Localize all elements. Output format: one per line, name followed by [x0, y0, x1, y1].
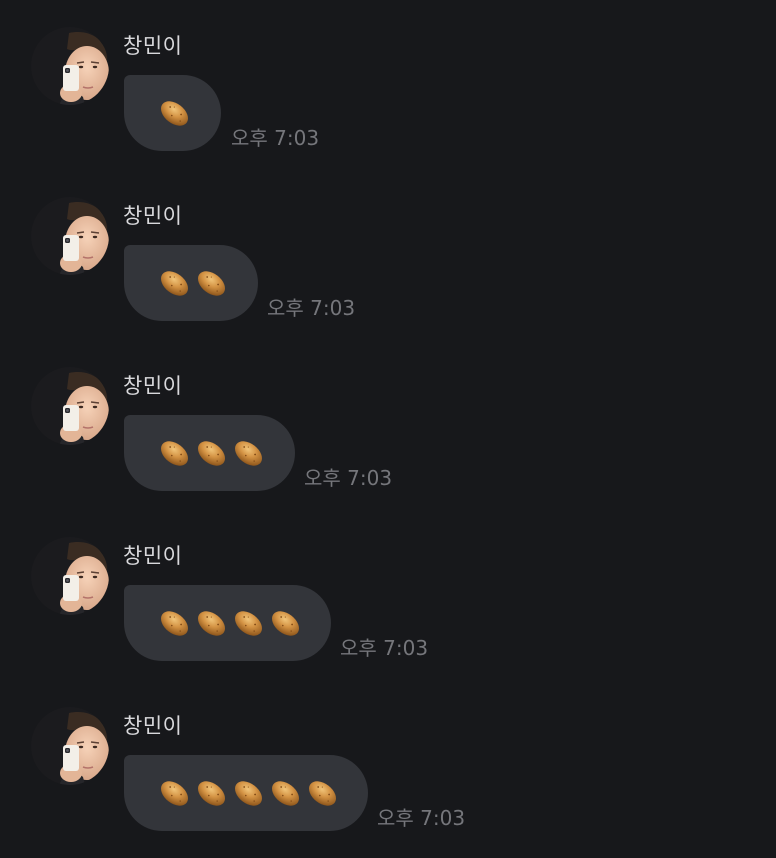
- potato-icon: [195, 437, 228, 470]
- message-row: 창민이 오후 7:03: [0, 510, 776, 680]
- avatar-photo-icon: [31, 367, 109, 445]
- message-bubble[interactable]: [124, 415, 295, 491]
- avatar[interactable]: [31, 707, 109, 785]
- potato-icon: [158, 267, 191, 300]
- sender-name: 창민이: [123, 714, 183, 738]
- message-bubble[interactable]: [124, 755, 368, 831]
- potato-emoji-group: [158, 607, 302, 640]
- message-row: 창민이 오후 7:03: [0, 0, 776, 170]
- message-bubble[interactable]: [124, 585, 331, 661]
- potato-icon: [158, 777, 191, 810]
- avatar-photo-icon: [31, 27, 109, 105]
- avatar[interactable]: [31, 27, 109, 105]
- potato-emoji-group: [158, 437, 265, 470]
- message-row: 창민이 오후 7:03: [0, 680, 776, 850]
- avatar[interactable]: [31, 367, 109, 445]
- avatar-photo-icon: [31, 197, 109, 275]
- message-time: 오후 7:03: [267, 296, 356, 320]
- message-bubble[interactable]: [124, 75, 221, 151]
- message-bubble[interactable]: [124, 245, 258, 321]
- potato-icon: [232, 777, 265, 810]
- avatar[interactable]: [31, 197, 109, 275]
- message-time: 오후 7:03: [377, 806, 466, 830]
- potato-emoji-group: [158, 267, 228, 300]
- sender-name: 창민이: [123, 34, 183, 58]
- potato-icon: [232, 437, 265, 470]
- sender-name: 창민이: [123, 544, 183, 568]
- message-row: 창민이 오후 7:03: [0, 340, 776, 510]
- message-time: 오후 7:03: [340, 636, 429, 660]
- potato-icon: [195, 607, 228, 640]
- potato-icon: [158, 97, 191, 130]
- potato-icon: [158, 437, 191, 470]
- message-time: 오후 7:03: [231, 126, 320, 150]
- avatar-photo-icon: [31, 707, 109, 785]
- sender-name: 창민이: [123, 204, 183, 228]
- message-row: 창민이 오후 7:03: [0, 170, 776, 340]
- potato-emoji-group: [158, 97, 191, 130]
- potato-icon: [195, 777, 228, 810]
- chat-area: 창민이 오후 7:03 창민이 오후 7:03 창민이 오후 7:03 창민이 …: [0, 0, 776, 858]
- avatar-photo-icon: [31, 537, 109, 615]
- potato-icon: [232, 607, 265, 640]
- potato-icon: [195, 267, 228, 300]
- potato-icon: [306, 777, 339, 810]
- potato-emoji-group: [158, 777, 339, 810]
- sender-name: 창민이: [123, 374, 183, 398]
- avatar[interactable]: [31, 537, 109, 615]
- potato-icon: [158, 607, 191, 640]
- potato-icon: [269, 777, 302, 810]
- message-time: 오후 7:03: [304, 466, 393, 490]
- potato-icon: [269, 607, 302, 640]
